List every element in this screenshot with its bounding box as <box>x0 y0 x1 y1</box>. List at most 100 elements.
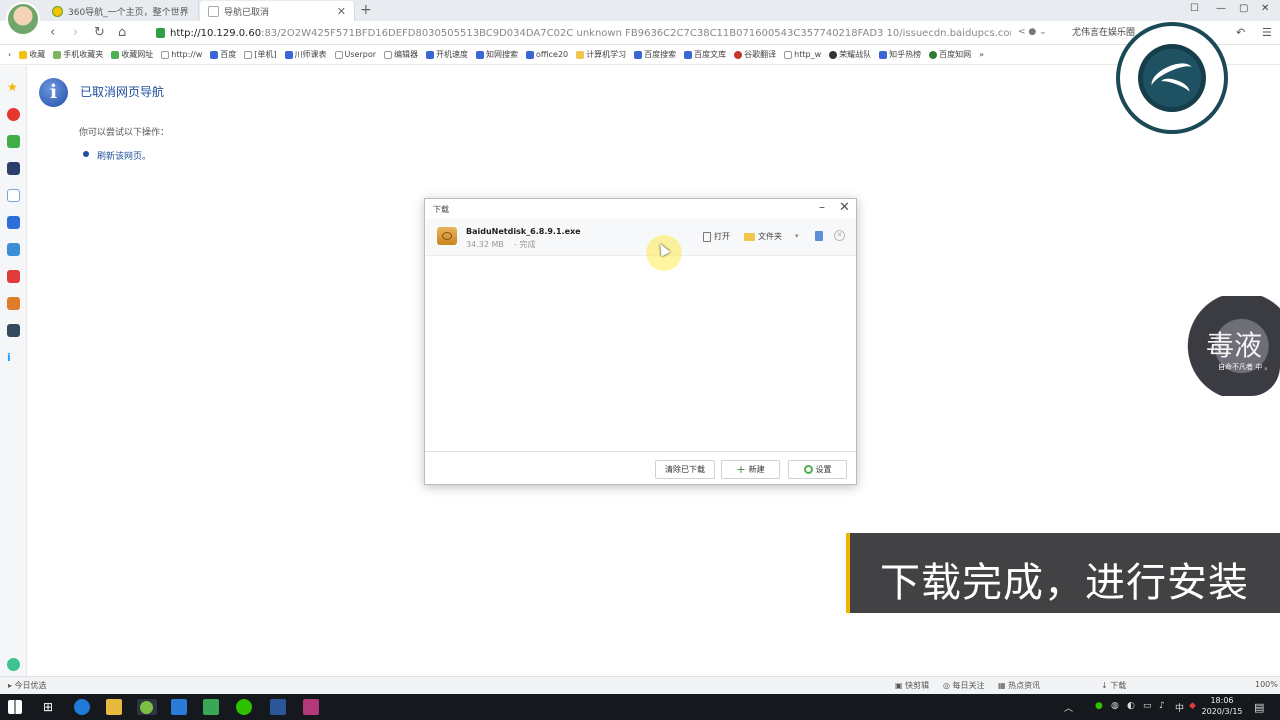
avatar[interactable] <box>6 2 40 36</box>
bookmark-item[interactable]: 知网搜索 <box>476 49 518 60</box>
bookmark-collapse-icon[interactable]: ‹ <box>8 50 11 59</box>
video-icon[interactable] <box>7 324 20 337</box>
favorites-icon[interactable]: ★ <box>7 81 20 94</box>
play-icon[interactable] <box>203 699 219 715</box>
page-icon <box>244 50 253 59</box>
bookmark-item[interactable]: 开机速度 <box>426 49 468 60</box>
daily-picks[interactable]: ▸ 今日优选 <box>8 680 47 691</box>
weibo-icon[interactable] <box>7 108 20 121</box>
menu-icon[interactable]: ☰ <box>1262 26 1272 39</box>
bookmark-item[interactable]: http://w <box>161 50 202 59</box>
baidu-icon <box>476 50 485 59</box>
edge-icon[interactable] <box>74 699 90 715</box>
bookmark-item[interactable]: 百度搜索 <box>634 49 676 60</box>
pay-icon[interactable]: i <box>7 351 20 364</box>
news-icon[interactable] <box>7 162 20 175</box>
home-button[interactable]: ⌂ <box>118 25 126 40</box>
tab-360-home[interactable]: 360导航_一个主页，整个世界 <box>44 1 199 21</box>
bookmark-item[interactable]: 谷歌翻译 <box>734 49 776 60</box>
close-window-button[interactable]: ✕ <box>1261 3 1269 14</box>
file-explorer-icon[interactable] <box>106 699 122 715</box>
settings-button[interactable]: 设置 <box>788 460 847 479</box>
watermark-subtitle: 自命不凡者 中 。 <box>1218 363 1272 371</box>
bookmark-item[interactable]: 手机收藏夹 <box>53 49 103 60</box>
bookmark-item[interactable]: http_w <box>784 50 821 59</box>
new-download-button[interactable]: + 新建 <box>721 460 780 479</box>
vs-icon[interactable] <box>171 699 187 715</box>
baidu-icon <box>284 50 293 59</box>
bookmark-item[interactable]: 收藏 <box>19 49 45 60</box>
recorder-icon[interactable] <box>303 699 319 715</box>
mail-icon[interactable] <box>7 135 20 148</box>
minimize-button[interactable]: — <box>1216 3 1226 14</box>
chevron-down-icon[interactable]: ▾ <box>795 232 799 240</box>
task-view-icon[interactable]: ⊞ <box>40 699 56 715</box>
game-icon[interactable] <box>7 243 20 256</box>
add-sidebar-icon[interactable] <box>7 658 20 671</box>
delete-icon[interactable]: ✕ <box>834 230 845 241</box>
navigation-bar: ‹ › ↻ ⌂ http://10.129.0.60 :83/2O2W425F5… <box>0 21 1280 45</box>
maximize-button[interactable]: ▢ <box>1239 3 1248 14</box>
network-icon[interactable]: ▭ <box>1143 701 1152 711</box>
dialog-close-button[interactable]: ✕ <box>839 200 850 215</box>
bookmark-item[interactable]: 川师课表 <box>284 49 327 60</box>
volume-icon[interactable]: ♪ <box>1159 701 1165 711</box>
back-button[interactable]: ‹ <box>50 25 55 40</box>
download-item[interactable]: BaiduNetdisk_6.8.9.1.exe 34.32 MB - 完成 打… <box>426 219 856 256</box>
bookmark-item[interactable]: 收藏网址 <box>111 49 153 60</box>
zoom-level[interactable]: 100% <box>1255 680 1278 689</box>
page-icon <box>334 50 343 59</box>
dialog-minimize-button[interactable]: – <box>819 200 825 214</box>
bookmark-item[interactable]: office20 <box>526 50 568 59</box>
tray-icon[interactable]: ◍ <box>1111 701 1119 711</box>
windows-start-icon[interactable] <box>8 700 22 714</box>
wechat-tray-icon[interactable]: ● <box>1095 701 1103 711</box>
bookmark-item[interactable]: 百度知网 <box>929 49 971 60</box>
system-clock[interactable]: 18:06 2020/3/15 <box>1200 695 1244 717</box>
quick-edit-button[interactable]: ▣ 快剪辑 <box>895 680 929 691</box>
download-dialog: 下载 – ✕ BaiduNetdisk_6.8.9.1.exe 34.32 MB… <box>424 198 857 485</box>
daily-follow-button[interactable]: ◎ 每日关注 <box>943 680 985 691</box>
chat-icon[interactable] <box>7 216 20 229</box>
app-icon[interactable] <box>7 297 20 310</box>
input-language[interactable]: 中 <box>1175 701 1184 714</box>
page-icon <box>784 50 793 59</box>
send-to-phone-icon[interactable] <box>815 231 823 241</box>
bookmark-item[interactable]: 编辑器 <box>384 49 418 60</box>
clear-downloaded-button[interactable]: 清除已下载 <box>655 460 715 479</box>
open-button[interactable]: 打开 <box>703 231 730 242</box>
bookmark-item[interactable]: 计算机学习 <box>576 49 626 60</box>
notifications-icon[interactable]: ▤ <box>1254 701 1264 714</box>
bookmark-item[interactable]: 荣耀战队 <box>829 49 871 60</box>
skin-icon[interactable]: ☐ <box>1190 3 1199 14</box>
show-hidden-icons[interactable]: ︿ <box>1064 701 1073 714</box>
bookmark-item[interactable]: 百度 <box>210 49 236 60</box>
tray-icon[interactable]: ◐ <box>1127 701 1135 711</box>
shop-icon[interactable] <box>7 270 20 283</box>
new-tab-button[interactable]: + <box>360 2 372 18</box>
folder-button[interactable]: 文件夹 <box>744 231 782 242</box>
share-icon[interactable]: < ● ⌄ <box>1018 27 1047 37</box>
baidu-icon <box>634 50 643 59</box>
bookmark-item[interactable]: 百度文库 <box>684 49 726 60</box>
360-browser-icon[interactable] <box>140 701 153 714</box>
forward-button[interactable]: › <box>73 25 78 40</box>
reload-button[interactable]: ↻ <box>94 25 105 40</box>
tab-navigation-cancelled[interactable]: 导航已取消 ✕ <box>200 1 355 21</box>
file-name: BaiduNetdisk_6.8.9.1.exe <box>466 227 581 236</box>
downloads-button[interactable]: ↓ 下载 <box>1101 680 1126 691</box>
antivirus-icon[interactable]: ◆ <box>1189 701 1196 711</box>
bookmark-item[interactable]: 知乎热榜 <box>879 49 921 60</box>
tab-close-icon[interactable]: ✕ <box>337 5 346 18</box>
bookmark-item[interactable]: Userpor <box>334 50 376 59</box>
hot-news-button[interactable]: ▦ 热点资讯 <box>998 680 1040 691</box>
bookmark-item[interactable]: [单机] <box>244 49 277 60</box>
refresh-link[interactable]: 刷新该网页。 <box>97 149 151 162</box>
doc-icon[interactable] <box>7 189 20 202</box>
address-bar[interactable]: http://10.129.0.60 :83/2O2W425F571BFD16D… <box>156 24 1011 42</box>
undo-icon[interactable]: ↶ <box>1236 26 1245 39</box>
globe-icon <box>111 50 120 59</box>
bookmarks-more-icon[interactable]: » <box>979 50 984 59</box>
word-icon[interactable] <box>270 699 286 715</box>
wechat-icon[interactable] <box>236 699 252 715</box>
